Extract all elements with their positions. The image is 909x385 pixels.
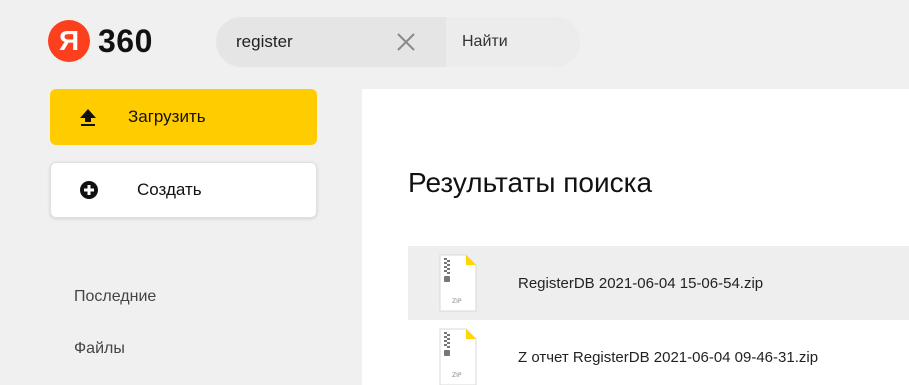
clear-search-icon[interactable]	[394, 30, 418, 54]
zip-file-icon: ZIP	[438, 254, 478, 312]
search-bar: Найти	[216, 17, 580, 67]
search-input[interactable]	[216, 17, 456, 67]
file-name: Z отчет RegisterDB 2021-06-04 09-46-31.z…	[518, 348, 819, 366]
main-content: Результаты поиска ZIP RegisterDB 2021-06…	[362, 89, 909, 385]
file-row[interactable]: ZIP RegisterDB 2021-06-04 15-06-54.zip	[408, 246, 909, 320]
sidebar-item-files[interactable]: Файлы	[74, 340, 125, 358]
file-type-label: ZIP	[452, 372, 462, 379]
yandex-360-logo[interactable]: Я 360	[48, 20, 153, 62]
file-row[interactable]: ZIP Z отчет RegisterDB 2021-06-04 09-46-…	[408, 320, 909, 385]
yandex-logo-icon: Я	[48, 20, 90, 62]
plus-circle-icon	[77, 178, 101, 202]
disk-page: Я 360 Найти Загрузить	[0, 0, 909, 385]
upload-button-label: Загрузить	[128, 107, 206, 126]
search-button[interactable]: Найти	[446, 17, 580, 67]
logo-text: 360	[98, 22, 153, 59]
file-name: RegisterDB 2021-06-04 15-06-54.zip	[518, 274, 764, 292]
sidebar-item-recent[interactable]: Последние	[74, 288, 156, 306]
page-title: Результаты поиска	[408, 167, 653, 198]
upload-icon	[76, 105, 100, 129]
create-button[interactable]: Создать	[50, 162, 317, 218]
file-type-label: ZIP	[452, 298, 462, 305]
upload-button[interactable]: Загрузить	[50, 89, 317, 145]
create-button-label: Создать	[137, 180, 202, 199]
zip-file-icon: ZIP	[438, 328, 478, 385]
